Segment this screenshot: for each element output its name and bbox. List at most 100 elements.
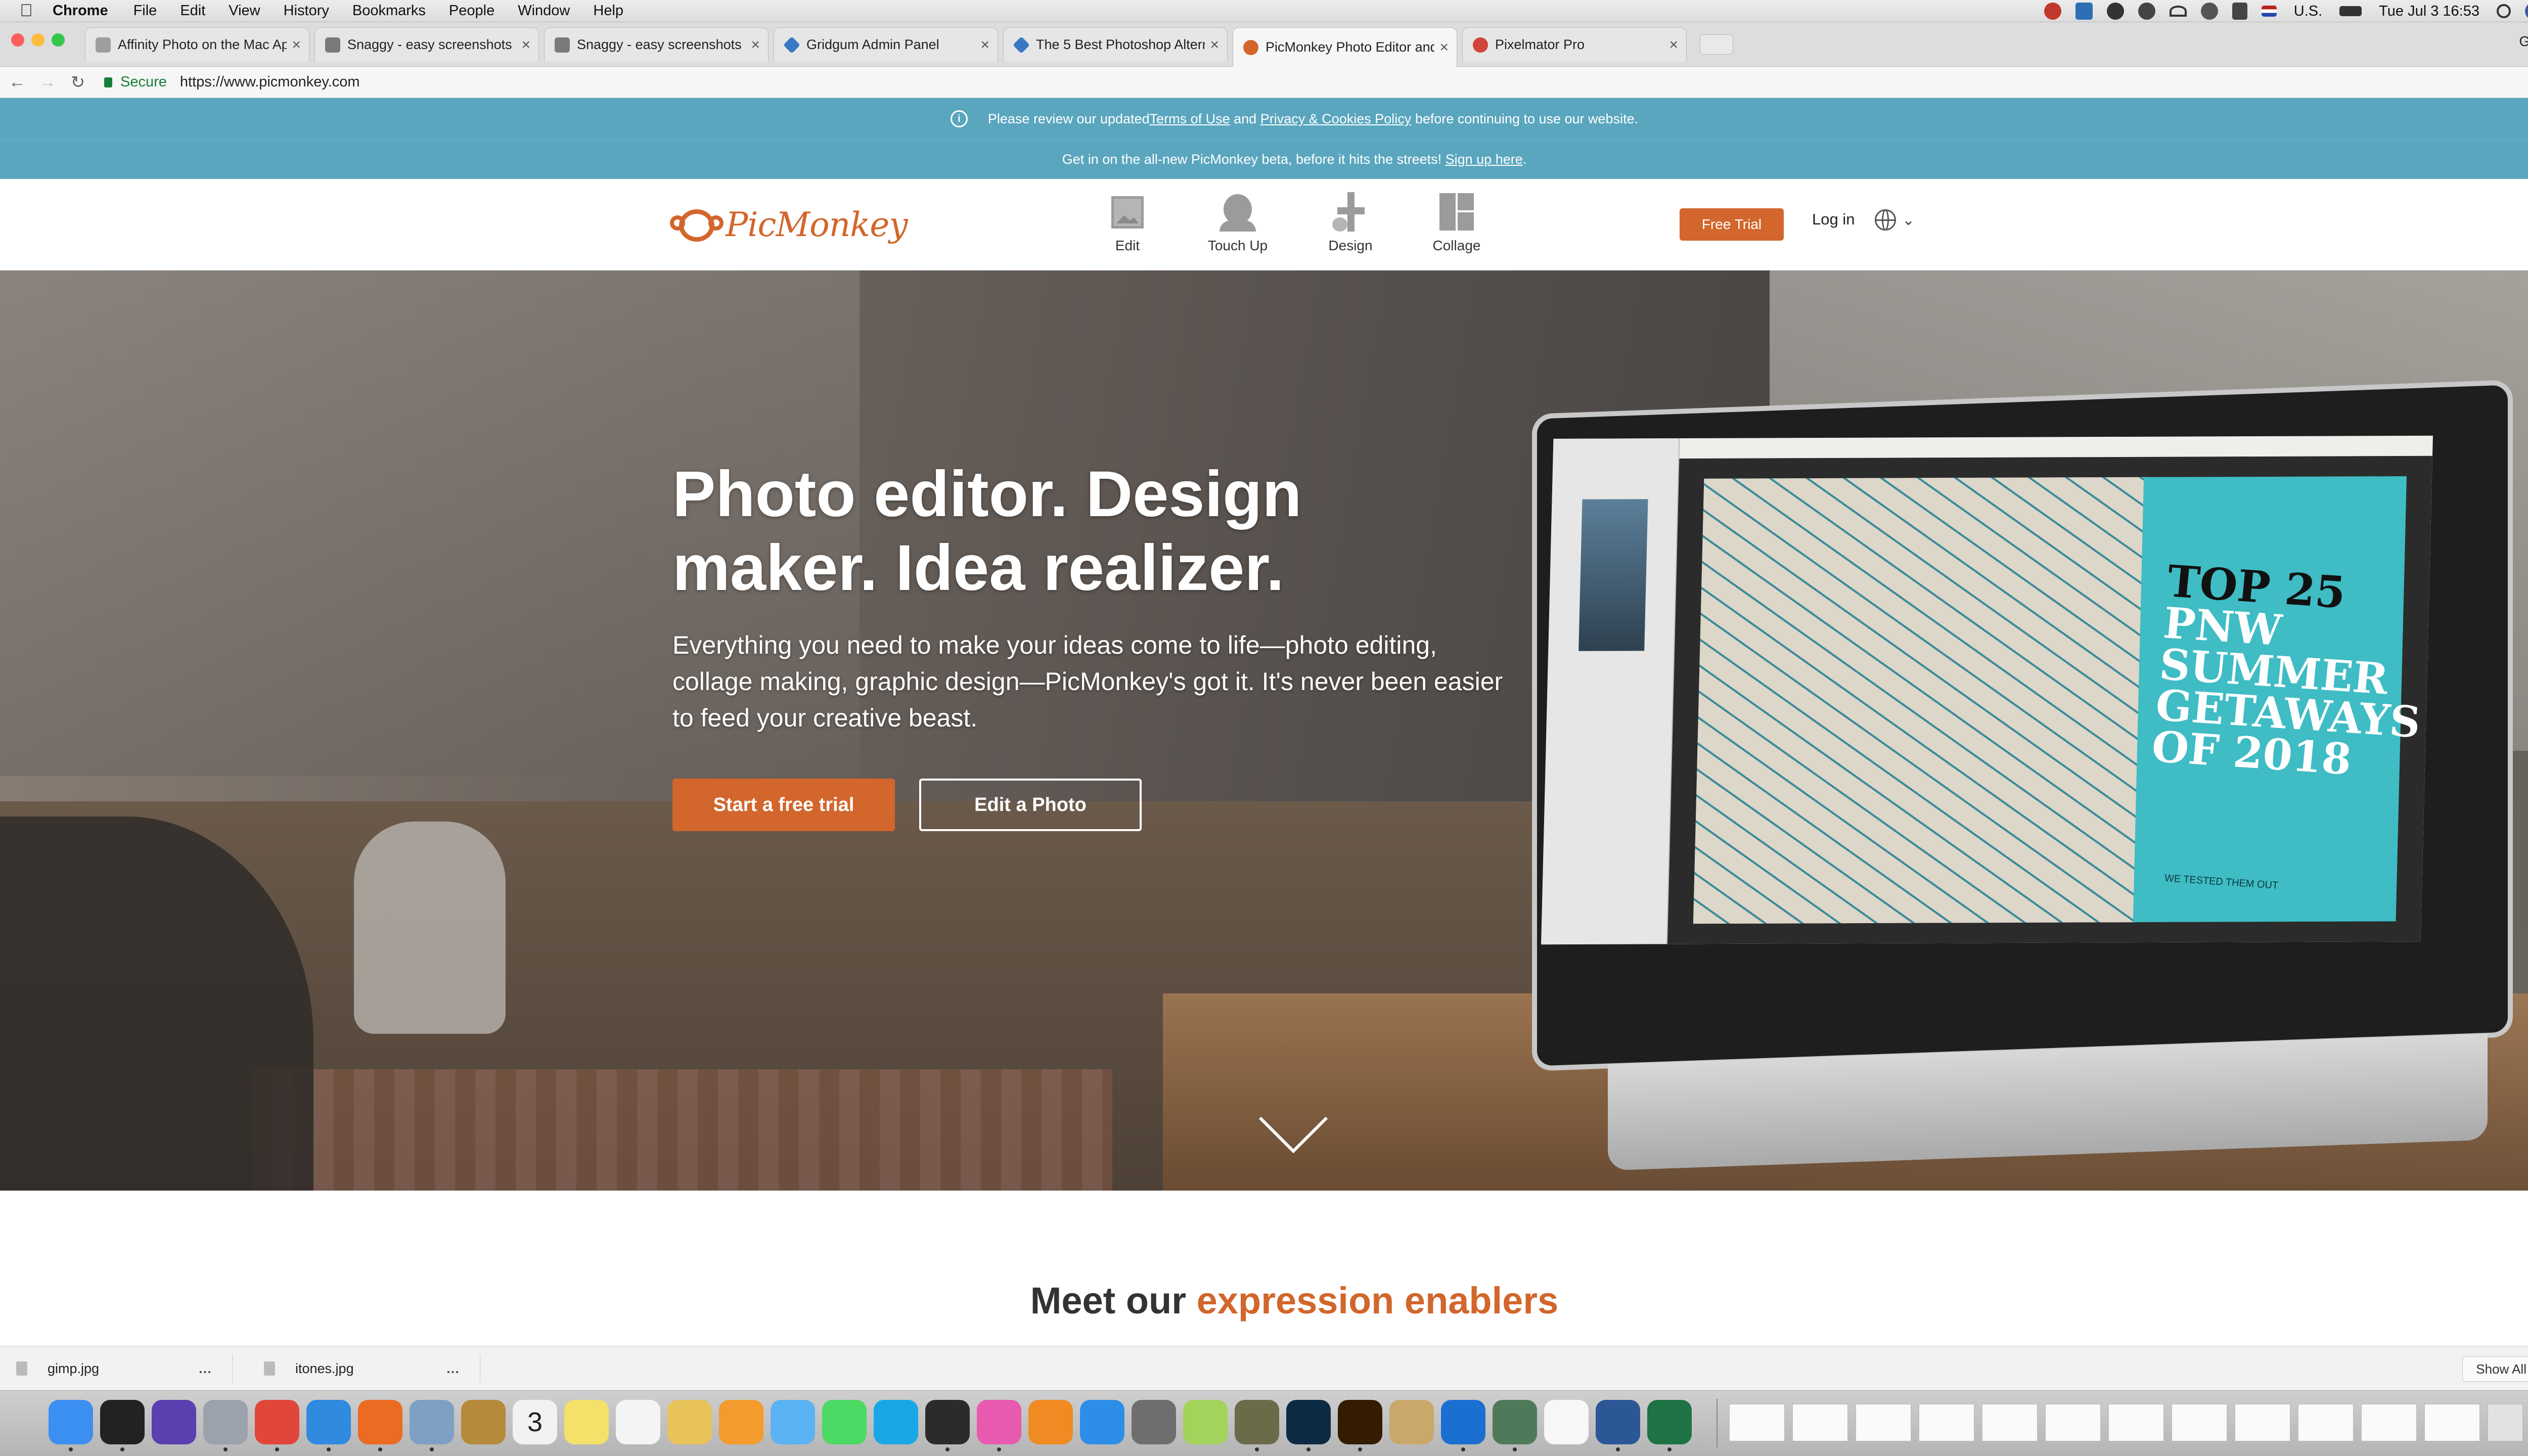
edit-a-photo-button[interactable]: Edit a Photo — [919, 779, 1142, 831]
nav-collage[interactable]: Collage — [1424, 192, 1489, 254]
sign-up-link[interactable]: Sign up here — [1446, 152, 1523, 167]
minimized-window[interactable] — [1856, 1404, 1911, 1441]
menu-file[interactable]: File — [133, 3, 157, 19]
start-free-trial-button[interactable]: Start a free trial — [672, 779, 895, 831]
clock-icon[interactable] — [2200, 3, 2218, 20]
tab-close-icon[interactable]: × — [1210, 36, 1219, 54]
itunes-icon[interactable] — [977, 1400, 1021, 1444]
forward-arrow-icon[interactable]: → — [34, 72, 61, 92]
back-arrow-icon[interactable]: ← — [4, 72, 30, 92]
menu-bookmarks[interactable]: Bookmarks — [352, 3, 426, 19]
download-options-icon[interactable]: … — [198, 1361, 212, 1377]
nav-touch-up[interactable]: Touch Up — [1205, 192, 1271, 254]
textedit-icon[interactable] — [1544, 1400, 1589, 1444]
address-bar-url[interactable]: https://www.picmonkey.com — [180, 74, 360, 90]
sync-icon[interactable] — [2138, 3, 2155, 20]
minimized-window[interactable] — [2235, 1404, 2290, 1441]
chrome-icon[interactable] — [255, 1400, 299, 1444]
system-preferences-icon[interactable] — [1132, 1400, 1176, 1444]
creative-cloud-icon[interactable] — [2044, 3, 2061, 20]
menu-view[interactable]: View — [229, 3, 260, 19]
photos-icon[interactable] — [719, 1400, 763, 1444]
menu-app-name[interactable]: Chrome — [53, 3, 108, 19]
messages-blue-icon[interactable] — [771, 1400, 815, 1444]
tab-close-icon[interactable]: × — [751, 36, 760, 54]
free-trial-button[interactable]: Free Trial — [1680, 208, 1784, 241]
preview-icon[interactable] — [410, 1400, 454, 1444]
terminal-icon[interactable] — [100, 1400, 145, 1444]
reload-icon[interactable]: ↻ — [65, 72, 91, 93]
show-all-downloads-button[interactable]: Show All — [2462, 1356, 2528, 1382]
reminders-icon[interactable] — [616, 1400, 660, 1444]
menu-history[interactable]: History — [284, 3, 329, 19]
browser-tab[interactable]: The 5 Best Photoshop Alternat × — [1003, 27, 1228, 62]
minimized-window[interactable] — [2108, 1404, 2164, 1441]
photos-app-icon[interactable] — [667, 1400, 712, 1444]
word-icon[interactable] — [1596, 1400, 1640, 1444]
browser-tab[interactable]: Snaggy - easy screenshots × — [544, 27, 769, 62]
minimized-window[interactable] — [2361, 1404, 2417, 1441]
notes-folder-icon[interactable] — [461, 1400, 506, 1444]
minimized-window[interactable] — [1919, 1404, 1974, 1441]
login-link[interactable]: Log in — [1812, 210, 1855, 229]
gimp-icon[interactable] — [1235, 1400, 1279, 1444]
menu-bar-clock[interactable]: Tue Jul 3 16:53 — [2379, 3, 2479, 20]
skype-icon[interactable] — [874, 1400, 918, 1444]
browser-profile-name[interactable]: GridGum — [2519, 33, 2528, 50]
archive-utility-icon[interactable] — [1389, 1400, 1434, 1444]
teamviewer-icon[interactable] — [1441, 1400, 1485, 1444]
volume-icon[interactable] — [2232, 3, 2247, 20]
browser-tab[interactable]: Gridgum Admin Panel × — [774, 27, 998, 62]
ibooks-icon[interactable] — [1028, 1400, 1073, 1444]
wifi-icon[interactable] — [2169, 6, 2187, 17]
tab-close-icon[interactable]: × — [1669, 36, 1678, 54]
terms-of-use-link[interactable]: Terms of Use — [1150, 111, 1230, 127]
skype-status-icon[interactable] — [2106, 3, 2124, 20]
secure-indicator[interactable]: Secure — [104, 74, 167, 90]
screenshot-tool-icon[interactable] — [2075, 3, 2093, 20]
window-minimize-button[interactable] — [31, 33, 44, 47]
privacy-policy-link[interactable]: Privacy & Cookies Policy — [1260, 111, 1412, 127]
menu-help[interactable]: Help — [593, 3, 623, 19]
window-zoom-button[interactable] — [52, 33, 65, 47]
browser-tab[interactable]: Snaggy - easy screenshots × — [314, 27, 539, 62]
menu-people[interactable]: People — [449, 3, 494, 19]
phpstorm-icon[interactable] — [925, 1400, 970, 1444]
spotlight-search-icon[interactable] — [2497, 4, 2511, 18]
browser-tab-active[interactable]: PicMonkey Photo Editor and G × — [1233, 27, 1457, 67]
siri-icon[interactable] — [152, 1400, 196, 1444]
photoshop-icon[interactable] — [1286, 1400, 1331, 1444]
firefox-icon[interactable] — [358, 1400, 402, 1444]
nav-edit[interactable]: Edit — [1095, 192, 1160, 254]
new-tab-button[interactable] — [1700, 34, 1733, 55]
minimized-window[interactable] — [1729, 1404, 1785, 1441]
tab-close-icon[interactable]: × — [292, 36, 301, 54]
app-store-icon[interactable] — [1080, 1400, 1124, 1444]
messages-icon[interactable] — [822, 1400, 867, 1444]
browser-tab[interactable]: Pixelmator Pro × — [1462, 27, 1687, 62]
browser-tab[interactable]: Affinity Photo on the Mac App × — [85, 27, 309, 62]
battery-icon[interactable] — [2339, 6, 2362, 16]
download-item[interactable]: gimp.jpg … — [0, 1354, 233, 1383]
finder-icon[interactable] — [49, 1400, 93, 1444]
minimized-window[interactable] — [2424, 1404, 2480, 1441]
illustrator-icon[interactable] — [1338, 1400, 1382, 1444]
stickies-icon[interactable] — [564, 1400, 609, 1444]
menu-window[interactable]: Window — [518, 3, 570, 19]
minimized-window[interactable] — [2298, 1404, 2354, 1441]
language-selector[interactable]: ⌄ — [1875, 209, 1915, 231]
download-options-icon[interactable]: … — [446, 1361, 460, 1377]
minimized-window[interactable] — [2045, 1404, 2101, 1441]
download-item[interactable]: itones.jpg … — [248, 1354, 480, 1383]
trash-icon[interactable] — [2488, 1404, 2523, 1441]
flag-icon[interactable] — [2261, 6, 2277, 17]
minimized-window[interactable] — [1792, 1404, 1848, 1441]
tab-close-icon[interactable]: × — [521, 36, 530, 54]
tab-close-icon[interactable]: × — [980, 36, 989, 54]
input-source-label[interactable]: U.S. — [2294, 3, 2322, 20]
calculator-tool-icon[interactable] — [1493, 1400, 1537, 1444]
tab-close-icon[interactable]: × — [1439, 39, 1449, 56]
picmonkey-logo[interactable]: PicMonkey — [670, 204, 908, 245]
minimized-window[interactable] — [2172, 1404, 2227, 1441]
nav-design[interactable]: Design — [1318, 192, 1383, 254]
